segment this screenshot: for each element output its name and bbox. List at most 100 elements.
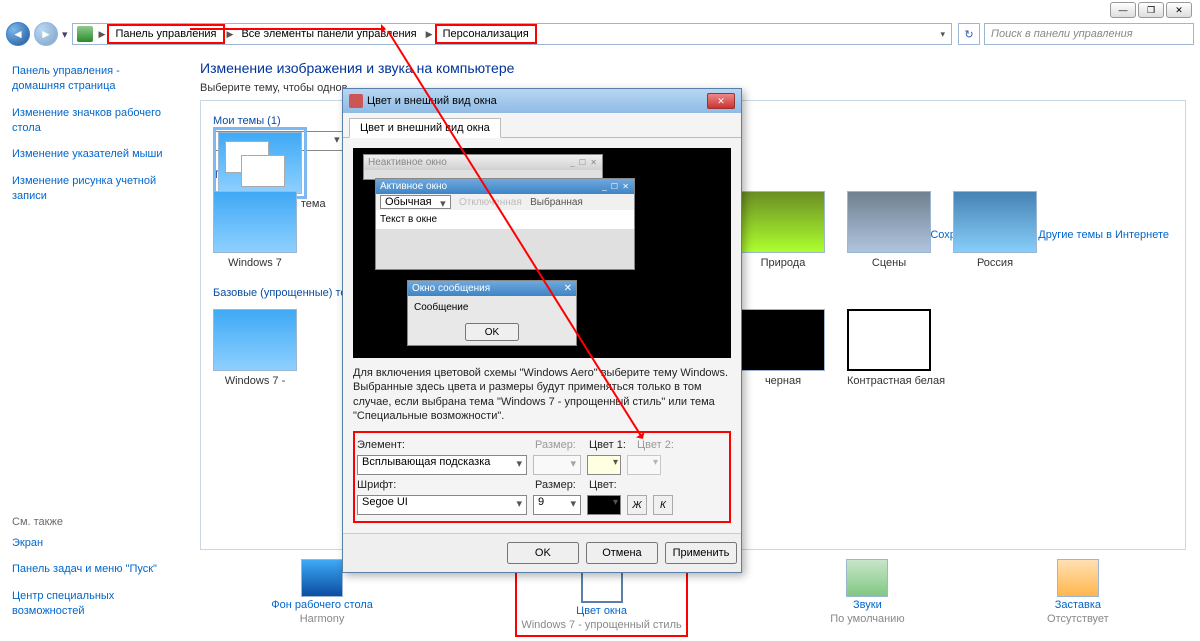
search-input[interactable]: Поиск в панели управления: [984, 23, 1194, 45]
dialog-close-button[interactable]: ✕: [707, 93, 735, 109]
preview-inactive-window: Неактивное окно _ ☐ ✕: [363, 154, 603, 180]
color1-picker[interactable]: [587, 455, 621, 475]
msgbox-body: Сообщение: [408, 296, 576, 319]
sublabel: По умолчанию: [830, 613, 904, 625]
theme-thumbnail: [218, 132, 302, 194]
theme-windows7[interactable]: Windows 7: [213, 191, 297, 269]
theme-nature[interactable]: Природа: [741, 191, 825, 269]
cancel-button[interactable]: Отмена: [586, 542, 658, 564]
msgbox-ok-button: OK: [465, 323, 519, 341]
minimize-button[interactable]: —: [1110, 2, 1136, 18]
navigation-bar: ◄ ► ▾ ▶ Панель управления ▶ Все элементы…: [0, 20, 1200, 48]
sounds-icon: [846, 559, 888, 597]
page-title: Изменение изображения и звука на компьют…: [200, 60, 1186, 76]
control-panel-icon: [77, 26, 93, 42]
theme-hc-white[interactable]: Контрастная белая: [847, 309, 945, 387]
chevron-right-icon[interactable]: ▶: [424, 29, 435, 40]
chevron-right-icon[interactable]: ▶: [225, 29, 236, 40]
sounds-button[interactable]: Звуки По умолчанию: [830, 559, 904, 637]
font-color-picker[interactable]: [587, 495, 621, 515]
address-dropdown-icon[interactable]: ▾: [938, 29, 947, 40]
chevron-right-icon[interactable]: ▶: [97, 29, 108, 40]
element-select[interactable]: Всплывающая подсказка: [357, 455, 527, 475]
element-row: Элемент: Размер: Цвет 1: Цвет 2:: [357, 439, 727, 451]
window-controls: — ❐ ✕: [1110, 2, 1192, 18]
theme-russia[interactable]: Россия: [953, 191, 1037, 269]
theme-hc-black[interactable]: черная: [741, 309, 825, 387]
apply-button[interactable]: Применить: [665, 542, 737, 564]
msgbox-title: Окно сообщения: [412, 283, 490, 294]
window-preview-icon: [241, 155, 285, 187]
sidebar-link-icons[interactable]: Изменение значков рабочего стола: [12, 106, 174, 136]
size-label: Размер:: [535, 439, 583, 451]
history-dropdown-icon[interactable]: ▾: [62, 28, 68, 41]
close-button[interactable]: ✕: [1166, 2, 1192, 18]
link-more-themes[interactable]: Другие темы в Интернете: [1038, 229, 1169, 241]
label: Цвет окна: [576, 605, 627, 617]
see-also-heading: См. также: [12, 516, 186, 528]
element-label: Элемент:: [357, 439, 409, 451]
annotation-arrow: [190, 28, 385, 30]
font-select[interactable]: Segoe UI: [357, 495, 527, 515]
label: Звуки: [853, 599, 882, 611]
theme-scenes[interactable]: Сцены: [847, 191, 931, 269]
menu-item-selected: Выбранная: [530, 197, 583, 208]
wallpaper-icon: [301, 559, 343, 597]
screensaver-button[interactable]: Заставка Отсутствует: [1047, 559, 1109, 637]
ok-button[interactable]: OK: [507, 542, 579, 564]
color-appearance-dialog: Цвет и внешний вид окна ✕ Цвет и внешний…: [342, 88, 742, 573]
font-size-select[interactable]: 9: [533, 495, 581, 515]
sidebar-link-account-pic[interactable]: Изменение рисунка учетной записи: [12, 174, 174, 204]
dialog-note: Для включения цветовой схемы "Windows Ae…: [353, 366, 731, 423]
refresh-button[interactable]: ↻: [958, 23, 980, 45]
close-icon: ✕: [564, 283, 572, 294]
fsize-label: Размер:: [535, 479, 583, 491]
dialog-body: Неактивное окно _ ☐ ✕ Активное окно _ ☐ ✕ …: [343, 138, 741, 533]
sublabel: Отсутствует: [1047, 613, 1109, 625]
sidebar: Панель управления - домашняя страница Из…: [0, 54, 186, 641]
label: Фон рабочего стола: [271, 599, 373, 611]
forward-button[interactable]: ►: [34, 22, 58, 46]
theme-unsaved[interactable]: Несохраненная тема: [213, 131, 345, 151]
font-label: Шрифт:: [357, 479, 409, 491]
appearance-preview: Неактивное окно _ ☐ ✕ Активное окно _ ☐ ✕ …: [353, 148, 731, 358]
tab-color-appearance[interactable]: Цвет и внешний вид окна: [349, 118, 501, 138]
breadcrumb-root[interactable]: Панель управления: [107, 24, 224, 44]
dialog-titlebar[interactable]: Цвет и внешний вид окна ✕: [343, 89, 741, 113]
sidebar-link-pointers[interactable]: Изменение указателей мыши: [12, 147, 174, 162]
element-row-highlight: Элемент: Размер: Цвет 1: Цвет 2: Всплыва…: [353, 431, 731, 523]
fcolor-label: Цвет:: [589, 479, 617, 491]
window-buttons-icon: _ ☐ ✕: [602, 182, 630, 191]
dialog-icon: [349, 94, 363, 108]
sublabel: Windows 7 - упрощенный стиль: [521, 619, 681, 631]
preview-menu: Обычная Отключенная Выбранная: [376, 194, 634, 210]
tab-strip: Цвет и внешний вид окна: [343, 113, 741, 138]
menu-item-disabled: Отключенная: [459, 197, 522, 208]
breadcrumb-leaf[interactable]: Персонализация: [435, 24, 537, 44]
font-row: Шрифт: Размер: Цвет:: [357, 479, 727, 491]
screensaver-icon: [1057, 559, 1099, 597]
italic-button[interactable]: К: [653, 495, 673, 515]
size-select: [533, 455, 581, 475]
window-buttons-icon: _ ☐ ✕: [570, 158, 598, 167]
sidebar-link-home[interactable]: Панель управления - домашняя страница: [12, 64, 174, 94]
see-also-section: См. также Экран Панель задач и меню "Пус…: [12, 516, 186, 631]
menu-item: Обычная: [380, 195, 451, 209]
maximize-button[interactable]: ❐: [1138, 2, 1164, 18]
theme-win7-basic[interactable]: Windows 7 -: [213, 309, 297, 387]
search-placeholder: Поиск в панели управления: [991, 28, 1133, 40]
back-button[interactable]: ◄: [6, 22, 30, 46]
address-bar[interactable]: ▶ Панель управления ▶ Все элементы панел…: [72, 23, 952, 45]
color2-picker: [627, 455, 661, 475]
bold-button[interactable]: Ж: [627, 495, 647, 515]
dialog-button-row: OK Отмена Применить: [343, 533, 741, 572]
seealso-display[interactable]: Экран: [12, 536, 186, 551]
active-title: Активное окно: [380, 181, 447, 192]
inactive-title: Неактивное окно: [368, 157, 447, 168]
label: Заставка: [1055, 599, 1101, 611]
seealso-taskbar[interactable]: Панель задач и меню "Пуск": [12, 562, 186, 577]
seealso-ease-of-access[interactable]: Центр специальных возможностей: [12, 589, 186, 619]
color1-label: Цвет 1:: [589, 439, 631, 451]
preview-active-window: Активное окно _ ☐ ✕ Обычная Отключенная В…: [375, 178, 635, 270]
sublabel: Harmony: [300, 613, 345, 625]
